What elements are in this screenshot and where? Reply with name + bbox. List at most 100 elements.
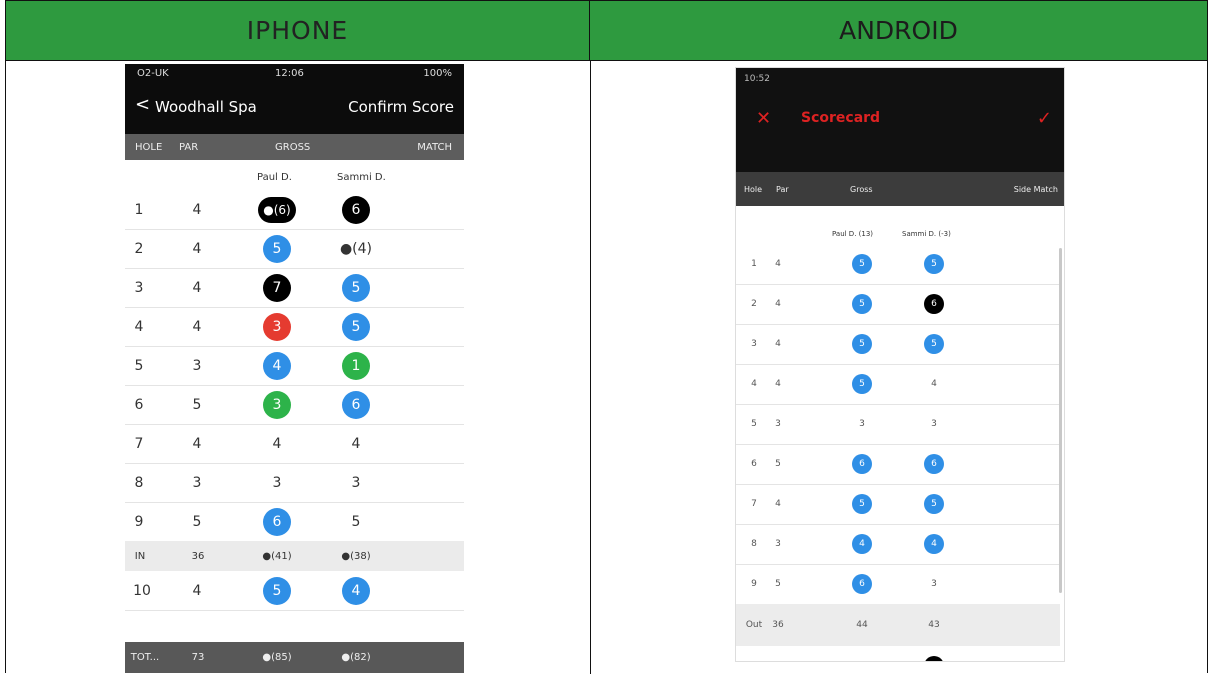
score-cell-p2[interactable]: 1 [331,346,381,385]
score-cell-p1[interactable]: 4 [252,424,302,463]
out-p1: 44 [856,620,868,630]
par-value: 4 [768,646,788,661]
score-cell-p1[interactable]: 6 [842,444,882,484]
score-value: 5 [351,513,361,530]
score-cell-p2[interactable]: 5 [914,244,954,284]
score-cell-p2[interactable]: 6 [331,385,381,424]
score-cell-p1[interactable]: 5 [842,284,882,324]
score-cell-p1[interactable]: 5 [252,229,302,268]
table-row[interactable]: 3 4 7 5 [125,268,464,308]
checkmark-icon[interactable]: ✓ [1037,108,1052,129]
score-cell-p2[interactable]: 4 [914,364,954,404]
android-player-names: Paul D. (13) Sammi D. (-3) [736,206,1064,244]
score-badge: 5 [852,294,872,314]
score-cell-p2[interactable]: 5 [331,268,381,307]
android-column-header: ANDROID [590,1,1207,61]
player-name: Sammi D. [337,172,386,183]
table-row[interactable]: 1 4 ●(6) 6 [125,190,464,230]
gross-column-header[interactable]: GROSS [275,142,310,153]
table-row[interactable]: 2 4 5 ●(4) [125,229,464,269]
par-value: 4 [775,299,781,309]
table-row[interactable]: 7 4 4 4 [125,424,464,464]
score-cell-p2[interactable]: 5 [331,502,381,541]
table-row[interactable]: 1 4 5 5 [736,244,1060,285]
score-cell-p1[interactable]: 4 [842,524,882,564]
par-value: 3 [192,474,202,491]
in-subtotal-row: IN 36 ●(41) ●(38) [125,541,464,571]
score-cell-p2[interactable]: 6 [914,284,954,324]
score-cell-p1[interactable]: 3 [252,463,302,502]
table-row[interactable]: 4 4 5 4 [736,364,1060,405]
table-row[interactable]: 4 4 3 5 [125,307,464,347]
score-badge: 5 [924,494,944,514]
table-row[interactable]: 6 5 3 6 [125,385,464,425]
score-cell-p1[interactable]: 5 [252,571,302,610]
score-cell-p1[interactable]: 5 [842,244,882,284]
score-cell-p1[interactable]: 7 [252,268,302,307]
score-cell-p1[interactable]: 5 [842,364,882,404]
score-cell-p2[interactable]: 4 [914,524,954,564]
score-badge: 3 [263,390,291,419]
score-cell-p2[interactable]: 3 [914,404,954,444]
back-chevron-icon[interactable]: < [135,94,150,115]
score-cell-p1[interactable]: 5 [842,484,882,524]
match-column-header[interactable]: MATCH [417,142,452,153]
confirm-score-button[interactable]: Confirm Score [348,98,454,116]
android-column-bar: Hole Par Gross Side Match [736,172,1064,206]
score-cell-p2[interactable]: 5 [331,307,381,346]
score-cell-p1[interactable]: 3 [842,404,882,444]
par-value: 4 [775,259,781,269]
table-row[interactable]: 7 4 5 5 [736,484,1060,525]
table-row[interactable]: 6 5 6 6 [736,444,1060,485]
par-value: 3 [192,357,202,374]
score-value: 3 [931,579,937,589]
score-cell-p1[interactable]: 6 [252,502,302,541]
table-row[interactable]: 10445 [736,646,1060,662]
gross-column-header[interactable]: Gross [850,185,873,194]
score-badge: 6 [342,195,370,224]
table-row[interactable]: 2 4 5 6 [736,284,1060,325]
score-cell-p2[interactable]: 4 [331,571,381,610]
score-badge: 4 [852,534,872,554]
table-row[interactable]: 8 3 4 4 [736,524,1060,565]
score-value: 4 [859,661,865,662]
score-badge: 3 [263,312,291,341]
scrollbar[interactable] [1059,248,1062,593]
par-value: 5 [775,579,781,589]
score-cell-p1[interactable]: 4 [252,346,302,385]
score-cell-p2[interactable]: 4 [331,424,381,463]
player-name: Paul D. (13) [832,230,874,238]
score-cell-p1[interactable]: 5 [842,324,882,364]
score-cell-p2[interactable]: 6 [331,190,381,229]
hole-number: 2 [134,240,144,257]
score-cell-p1[interactable]: 4 [842,646,882,662]
score-cell-p2[interactable]: ●(4) [331,229,381,268]
side-match-column-header[interactable]: Side Match [1014,185,1058,194]
score-value: 4 [272,435,282,452]
table-row[interactable]: 5 3 3 3 [736,404,1060,445]
score-cell-p1[interactable]: 3 [252,307,302,346]
table-row[interactable]: 5 3 4 1 [125,346,464,386]
total-label: TOT... [130,652,160,663]
score-cell-p2[interactable]: 6 [914,444,954,484]
close-icon[interactable]: ✕ [756,108,771,129]
score-cell-p2[interactable]: 5 [914,646,954,661]
score-cell-p1[interactable]: 6 [842,564,882,604]
score-badge: 4 [342,576,370,605]
score-badge: 5 [263,234,291,263]
par-value: 4 [192,318,202,335]
score-cell-p1[interactable]: ●(6) [252,190,302,229]
score-cell-p2[interactable]: 3 [331,463,381,502]
score-value: 4 [351,435,361,452]
table-row[interactable]: 3 4 5 5 [736,324,1060,365]
table-row[interactable]: 8 3 3 3 [125,463,464,503]
score-cell-p2[interactable]: 3 [914,564,954,604]
table-row[interactable]: 9 5 6 5 [125,502,464,542]
out-p2: 43 [928,620,940,630]
score-cell-p2[interactable]: 5 [914,324,954,364]
score-cell-p1[interactable]: 3 [252,385,302,424]
table-row[interactable]: 9 5 6 3 [736,564,1060,605]
table-row[interactable]: 10 4 5 4 [125,571,464,611]
total-p1: ●(85) [262,652,292,663]
score-cell-p2[interactable]: 5 [914,484,954,524]
